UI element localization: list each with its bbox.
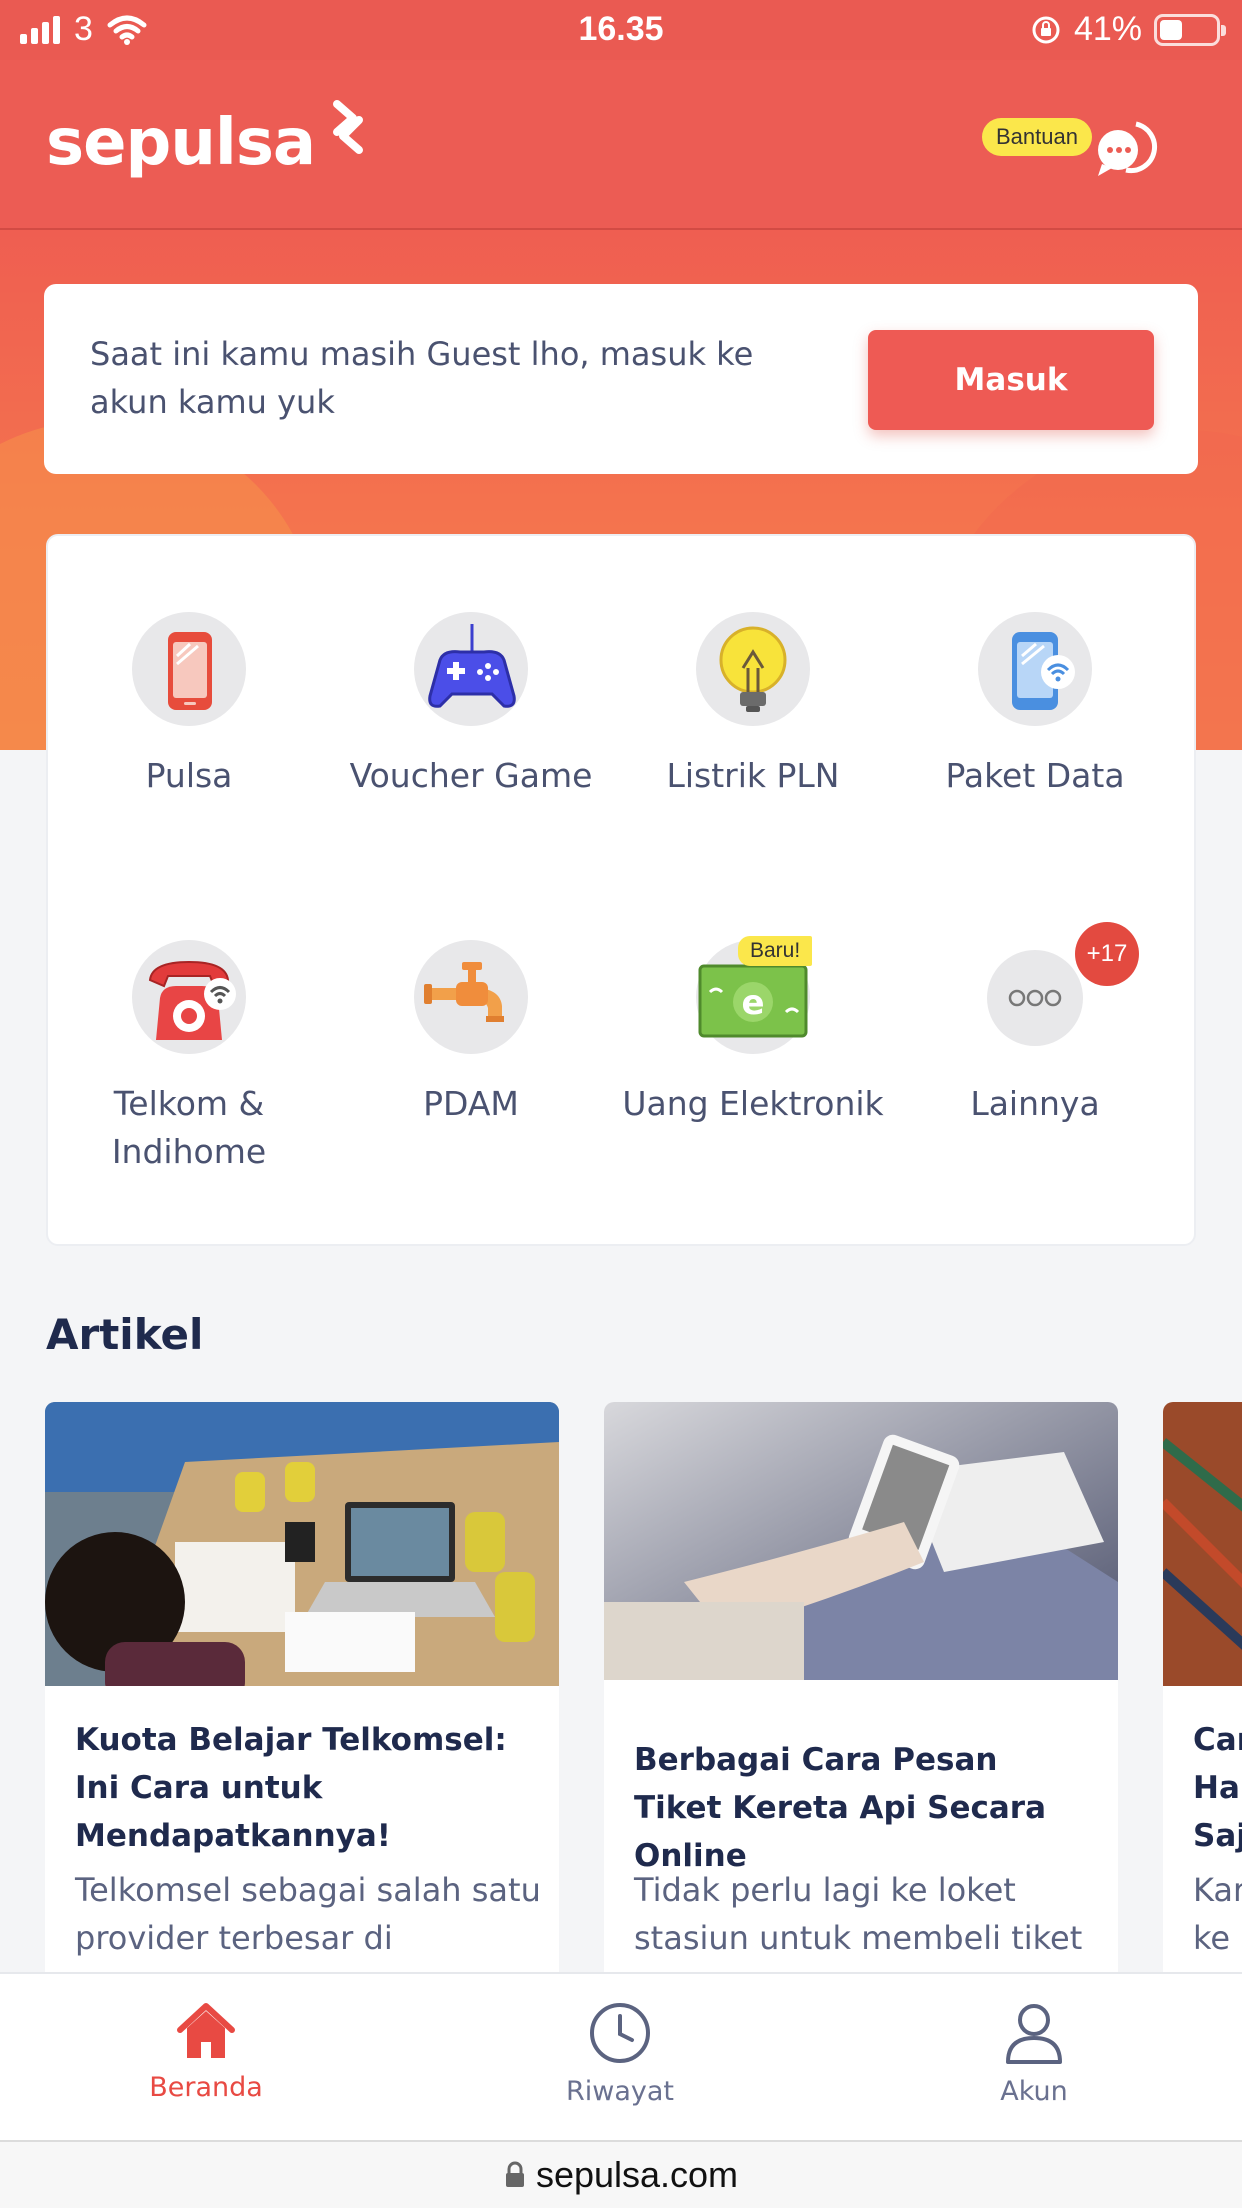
- app-header: sepulsa Bantuan: [0, 60, 1242, 230]
- article-thumbnail: [45, 1402, 559, 1686]
- phone-wifi-icon: [978, 612, 1092, 726]
- more-icon: +17: [987, 922, 1139, 1046]
- nav-beranda[interactable]: Beranda: [86, 2000, 326, 2103]
- nav-label: Beranda: [149, 2072, 263, 2103]
- more-count-badge: +17: [1075, 922, 1139, 986]
- article-card[interactable]: Car Har Saj Kar ke l: [1163, 1402, 1242, 1982]
- nav-riwayat[interactable]: Riwayat: [500, 2000, 740, 2107]
- menu-item-paket-data[interactable]: Paket Data: [894, 612, 1176, 800]
- phone-icon: [132, 612, 246, 726]
- battery-percent: 41%: [1073, 10, 1142, 48]
- nav-label: Riwayat: [566, 2076, 674, 2107]
- url-text: sepulsa.com: [535, 2154, 739, 2195]
- article-thumbnail: [1163, 1402, 1242, 1686]
- article-thumbnail: [604, 1402, 1118, 1680]
- menu-item-listrik-pln[interactable]: Listrik PLN: [612, 612, 894, 800]
- lightbulb-icon: [696, 612, 810, 726]
- bottom-navigation: Beranda Riwayat Akun: [0, 1972, 1242, 2140]
- clock-icon: [590, 2003, 650, 2063]
- logo-mark-icon: [333, 100, 364, 154]
- menu-item-pdam[interactable]: PDAM: [330, 940, 612, 1128]
- menu-item-label: Uang Elektronik: [622, 1084, 884, 1123]
- article-description: Kar ke l: [1193, 1871, 1242, 1957]
- status-bar: 3 16.35 41%: [0, 0, 1242, 60]
- login-button[interactable]: Masuk: [868, 330, 1154, 430]
- menu-item-pulsa[interactable]: Pulsa: [48, 612, 330, 800]
- menu-item-label: Listrik PLN: [666, 756, 840, 795]
- battery-level: [1160, 19, 1183, 40]
- article-card[interactable]: Kuota Belajar Telkomsel: Ini Cara untuk …: [45, 1402, 559, 1982]
- menu-item-label: Pulsa: [145, 756, 233, 795]
- menu-item-uang-elektronik[interactable]: e Baru! Uang Elektronik: [612, 936, 894, 1128]
- telephone-icon: [132, 940, 246, 1054]
- nav-label: Akun: [1000, 2076, 1068, 2107]
- help-button[interactable]: Bantuan: [982, 108, 1162, 188]
- gamepad-icon: [414, 612, 528, 726]
- menu-item-label: PDAM: [423, 1084, 519, 1123]
- home-icon: [177, 2003, 235, 2058]
- article-description: Tidak perlu lagi ke loket stasiun untuk …: [634, 1871, 1083, 1957]
- battery-icon: [1154, 13, 1226, 46]
- article-description: Telkomsel sebagai salah satu provider te…: [75, 1871, 541, 1982]
- menu-item-lainnya[interactable]: +17 Lainnya: [894, 922, 1176, 1128]
- articles-section-title: Artikel: [46, 1310, 204, 1359]
- logo[interactable]: sepulsa: [46, 98, 375, 180]
- user-icon: [1006, 2004, 1062, 2064]
- menu-item-label: Telkom & Indihome: [111, 1084, 267, 1171]
- menu-item-label: Voucher Game: [349, 756, 593, 795]
- logo-text: sepulsa: [46, 106, 316, 180]
- menu-item-label: Paket Data: [945, 756, 1125, 795]
- article-card[interactable]: Berbagai Cara Pesan Tiket Kereta Api Sec…: [604, 1402, 1118, 1982]
- status-right: 41%: [1030, 10, 1226, 49]
- article-title: Car Har Saj: [1193, 1722, 1242, 1854]
- new-badge: Baru!: [738, 936, 813, 966]
- rotation-lock-icon: [1032, 16, 1060, 43]
- product-menu: Pulsa Voucher Game Listrik PLN Paket Dat…: [46, 534, 1196, 1246]
- menu-item-label: Lainnya: [970, 1084, 1100, 1123]
- help-label: Bantuan: [982, 118, 1092, 156]
- guest-message: Saat ini kamu masih Guest lho, masuk ke …: [90, 335, 754, 421]
- chat-support-icon: [1098, 121, 1158, 176]
- browser-url-bar[interactable]: sepulsa.com: [0, 2140, 1242, 2208]
- e-money-icon: e Baru!: [696, 936, 813, 1054]
- svg-text:e: e: [741, 983, 764, 1023]
- guest-login-card: Saat ini kamu masih Guest lho, masuk ke …: [44, 284, 1198, 474]
- article-title: Berbagai Cara Pesan Tiket Kereta Api Sec…: [634, 1742, 1046, 1874]
- menu-item-telkom-indihome[interactable]: Telkom & Indihome: [48, 940, 330, 1176]
- article-title: Kuota Belajar Telkomsel: Ini Cara untuk …: [75, 1722, 507, 1854]
- lock-icon: [505, 2161, 524, 2187]
- menu-item-voucher-game[interactable]: Voucher Game: [330, 612, 612, 800]
- nav-akun[interactable]: Akun: [914, 2000, 1154, 2107]
- water-tap-icon: [414, 940, 528, 1054]
